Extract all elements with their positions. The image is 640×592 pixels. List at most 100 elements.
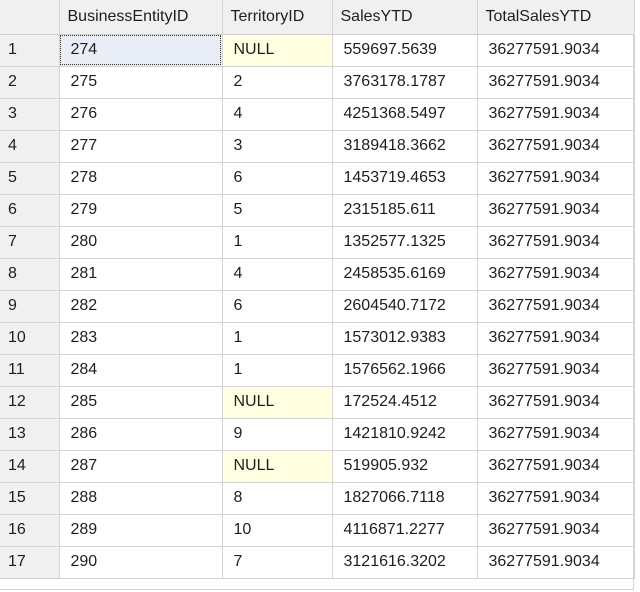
- cell-salesytd[interactable]: 4251368.5497: [332, 98, 478, 131]
- column-header-businessentityid[interactable]: BusinessEntityID: [59, 0, 223, 35]
- cell-territoryid[interactable]: 1: [222, 354, 333, 387]
- table-row[interactable]: 9 282 6 2604540.7172 36277591.9034: [0, 290, 635, 323]
- cell-totalsalesytd[interactable]: 36277591.9034: [477, 130, 635, 163]
- column-header-salesytd[interactable]: SalesYTD: [332, 0, 478, 35]
- row-header-cell[interactable]: 10: [0, 322, 60, 355]
- cell-salesytd[interactable]: 1573012.9383: [332, 322, 478, 355]
- cell-territoryid[interactable]: 6: [222, 290, 333, 323]
- row-header-cell[interactable]: 13: [0, 418, 60, 451]
- cell-businessentityid[interactable]: 289: [59, 514, 223, 547]
- cell-totalsalesytd[interactable]: 36277591.9034: [477, 322, 635, 355]
- cell-totalsalesytd[interactable]: 36277591.9034: [477, 226, 635, 259]
- cell-salesytd[interactable]: 559697.5639: [332, 34, 478, 67]
- cell-territoryid[interactable]: 4: [222, 98, 333, 131]
- row-header-cell[interactable]: 3: [0, 98, 60, 131]
- cell-businessentityid[interactable]: 279: [59, 194, 223, 227]
- cell-totalsalesytd[interactable]: 36277591.9034: [477, 386, 635, 419]
- cell-businessentityid[interactable]: 283: [59, 322, 223, 355]
- table-row[interactable]: 10 283 1 1573012.9383 36277591.9034: [0, 322, 635, 355]
- cell-salesytd[interactable]: 2315185.611: [332, 194, 478, 227]
- cell-salesytd[interactable]: 3763178.1787: [332, 66, 478, 99]
- row-header-cell[interactable]: 7: [0, 226, 60, 259]
- row-header-cell[interactable]: 6: [0, 194, 60, 227]
- row-header-cell[interactable]: 16: [0, 514, 60, 547]
- cell-salesytd[interactable]: 1352577.1325: [332, 226, 478, 259]
- cell-totalsalesytd[interactable]: 36277591.9034: [477, 418, 635, 451]
- cell-businessentityid[interactable]: 276: [59, 98, 223, 131]
- cell-businessentityid[interactable]: 275: [59, 66, 223, 99]
- cell-totalsalesytd[interactable]: 36277591.9034: [477, 482, 635, 515]
- row-header-cell[interactable]: 8: [0, 258, 60, 291]
- cell-territoryid[interactable]: NULL: [222, 386, 333, 419]
- cell-totalsalesytd[interactable]: 36277591.9034: [477, 290, 635, 323]
- column-header-totalsalesytd[interactable]: TotalSalesYTD: [477, 0, 635, 35]
- cell-salesytd[interactable]: 4116871.2277: [332, 514, 478, 547]
- cell-businessentityid[interactable]: 274: [59, 34, 223, 67]
- cell-businessentityid[interactable]: 281: [59, 258, 223, 291]
- cell-salesytd[interactable]: 172524.4512: [332, 386, 478, 419]
- cell-totalsalesytd[interactable]: 36277591.9034: [477, 354, 635, 387]
- row-header-cell[interactable]: 17: [0, 546, 60, 579]
- cell-salesytd[interactable]: 1827066.7118: [332, 482, 478, 515]
- row-header-cell[interactable]: 14: [0, 450, 60, 483]
- cell-businessentityid[interactable]: 278: [59, 162, 223, 195]
- cell-territoryid[interactable]: 10: [222, 514, 333, 547]
- cell-totalsalesytd[interactable]: 36277591.9034: [477, 98, 635, 131]
- table-row[interactable]: 12 285 NULL 172524.4512 36277591.9034: [0, 386, 635, 419]
- table-row[interactable]: 17 290 7 3121616.3202 36277591.9034: [0, 546, 635, 579]
- table-row[interactable]: 13 286 9 1421810.9242 36277591.9034: [0, 418, 635, 451]
- cell-businessentityid[interactable]: 287: [59, 450, 223, 483]
- table-row[interactable]: 11 284 1 1576562.1966 36277591.9034: [0, 354, 635, 387]
- cell-salesytd[interactable]: 2458535.6169: [332, 258, 478, 291]
- row-header-cell[interactable]: 2: [0, 66, 60, 99]
- cell-businessentityid[interactable]: 285: [59, 386, 223, 419]
- table-row[interactable]: 8 281 4 2458535.6169 36277591.9034: [0, 258, 635, 291]
- row-header-cell[interactable]: 11: [0, 354, 60, 387]
- row-header-cell[interactable]: 4: [0, 130, 60, 163]
- table-row[interactable]: 16 289 10 4116871.2277 36277591.9034: [0, 514, 635, 547]
- row-header-cell[interactable]: 9: [0, 290, 60, 323]
- cell-businessentityid[interactable]: 288: [59, 482, 223, 515]
- table-row[interactable]: 6 279 5 2315185.611 36277591.9034: [0, 194, 635, 227]
- cell-totalsalesytd[interactable]: 36277591.9034: [477, 34, 635, 67]
- cell-businessentityid[interactable]: 282: [59, 290, 223, 323]
- row-header-cell[interactable]: 5: [0, 162, 60, 195]
- table-row[interactable]: 7 280 1 1352577.1325 36277591.9034: [0, 226, 635, 259]
- cell-totalsalesytd[interactable]: 36277591.9034: [477, 66, 635, 99]
- row-header-cell[interactable]: 15: [0, 482, 60, 515]
- cell-totalsalesytd[interactable]: 36277591.9034: [477, 450, 635, 483]
- row-header-cell[interactable]: 12: [0, 386, 60, 419]
- cell-salesytd[interactable]: 1453719.4653: [332, 162, 478, 195]
- cell-totalsalesytd[interactable]: 36277591.9034: [477, 162, 635, 195]
- cell-salesytd[interactable]: 1421810.9242: [332, 418, 478, 451]
- cell-salesytd[interactable]: 3189418.3662: [332, 130, 478, 163]
- column-header-territoryid[interactable]: TerritoryID: [222, 0, 333, 35]
- results-grid[interactable]: BusinessEntityID TerritoryID SalesYTD To…: [0, 0, 635, 590]
- cell-totalsalesytd[interactable]: 36277591.9034: [477, 546, 635, 579]
- cell-territoryid[interactable]: 1: [222, 226, 333, 259]
- cell-totalsalesytd[interactable]: 36277591.9034: [477, 258, 635, 291]
- table-row[interactable]: 4 277 3 3189418.3662 36277591.9034: [0, 130, 635, 163]
- cell-businessentityid[interactable]: 286: [59, 418, 223, 451]
- table-row[interactable]: 2 275 2 3763178.1787 36277591.9034: [0, 66, 635, 99]
- table-row[interactable]: 15 288 8 1827066.7118 36277591.9034: [0, 482, 635, 515]
- cell-territoryid[interactable]: 3: [222, 130, 333, 163]
- table-row[interactable]: 3 276 4 4251368.5497 36277591.9034: [0, 98, 635, 131]
- cell-totalsalesytd[interactable]: 36277591.9034: [477, 194, 635, 227]
- cell-territoryid[interactable]: 5: [222, 194, 333, 227]
- cell-territoryid[interactable]: 1: [222, 322, 333, 355]
- table-row[interactable]: 5 278 6 1453719.4653 36277591.9034: [0, 162, 635, 195]
- cell-salesytd[interactable]: 3121616.3202: [332, 546, 478, 579]
- select-all-corner[interactable]: [0, 0, 60, 35]
- cell-territoryid[interactable]: 7: [222, 546, 333, 579]
- cell-territoryid[interactable]: 9: [222, 418, 333, 451]
- cell-businessentityid[interactable]: 277: [59, 130, 223, 163]
- cell-salesytd[interactable]: 519905.932: [332, 450, 478, 483]
- cell-totalsalesytd[interactable]: 36277591.9034: [477, 514, 635, 547]
- cell-businessentityid[interactable]: 284: [59, 354, 223, 387]
- cell-territoryid[interactable]: 4: [222, 258, 333, 291]
- cell-territoryid[interactable]: NULL: [222, 34, 333, 67]
- cell-territoryid[interactable]: 2: [222, 66, 333, 99]
- cell-territoryid[interactable]: 8: [222, 482, 333, 515]
- cell-territoryid[interactable]: NULL: [222, 450, 333, 483]
